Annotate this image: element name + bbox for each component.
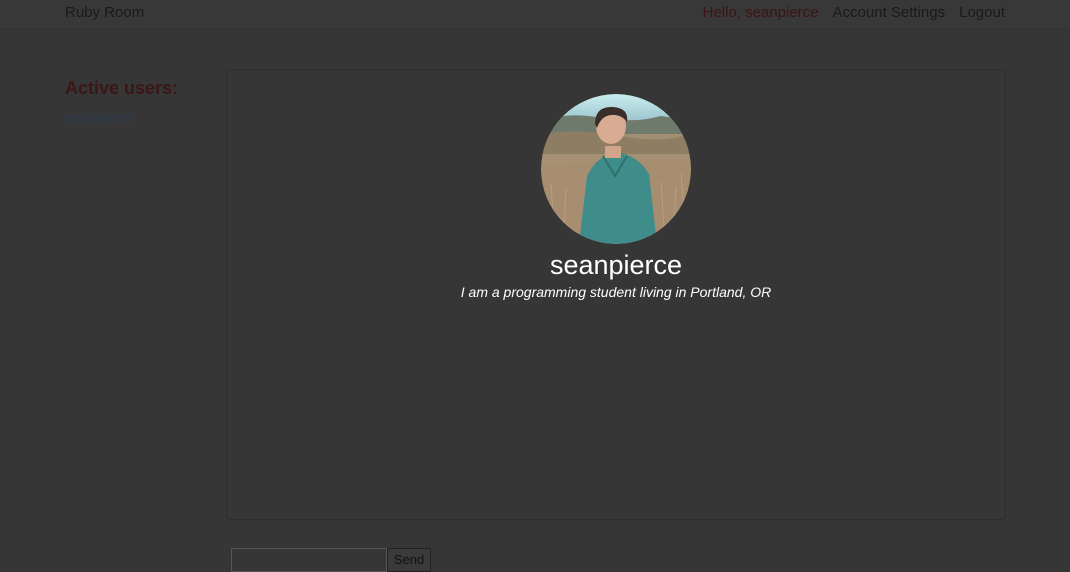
greeting-text: Hello, seanpierce <box>702 4 819 21</box>
active-user-link[interactable]: seanpierce <box>65 109 215 125</box>
brand-link[interactable]: Ruby Room <box>65 4 144 21</box>
active-users-sidebar: Active users: seanpierce <box>65 78 215 125</box>
profile-bio: I am a programming student living in Por… <box>460 284 772 300</box>
user-profile-card: seanpierce I am a programming student li… <box>227 94 1005 300</box>
user-avatar <box>541 94 691 244</box>
top-navbar: Ruby Room Hello, seanpierce Account Sett… <box>0 0 1070 30</box>
account-settings-link[interactable]: Account Settings <box>833 4 946 21</box>
logout-link[interactable]: Logout <box>959 4 1005 21</box>
message-input[interactable] <box>231 548 387 572</box>
chat-panel: seanpierce I am a programming student li… <box>226 69 1006 520</box>
user-nav: Hello, seanpierce Account Settings Logou… <box>703 4 1005 21</box>
profile-username: seanpierce <box>549 250 683 280</box>
active-users-heading: Active users: <box>65 78 179 98</box>
send-button[interactable]: Send <box>387 548 431 572</box>
